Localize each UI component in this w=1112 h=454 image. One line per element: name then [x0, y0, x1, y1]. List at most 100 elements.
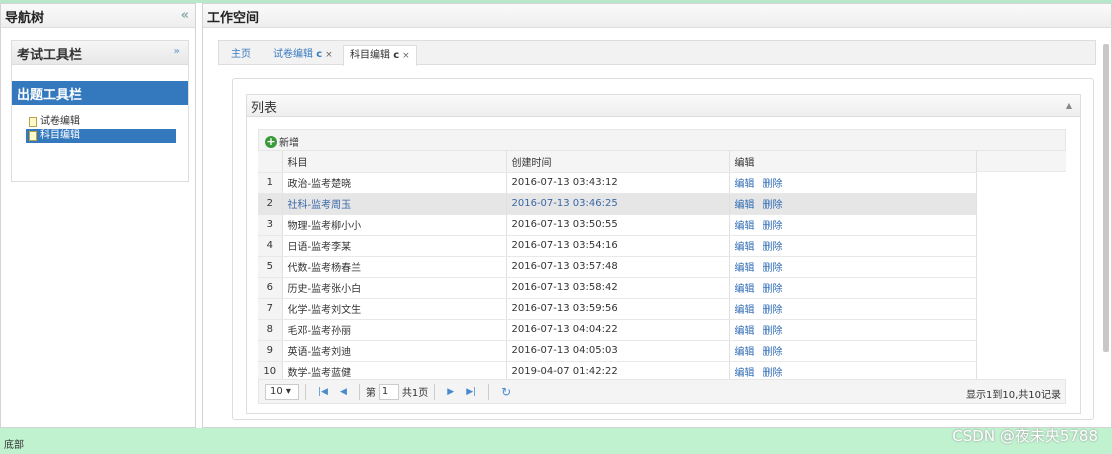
- add-button[interactable]: + 新增: [265, 134, 299, 149]
- tab-paper-edit[interactable]: 试卷编辑 c ×: [267, 45, 339, 66]
- edit-link[interactable]: 编辑: [735, 221, 755, 232]
- action-cell: 编辑 删除: [729, 277, 977, 299]
- action-cell: 编辑 删除: [729, 256, 977, 278]
- first-page-icon[interactable]: |◀: [318, 387, 328, 397]
- tab-label: 主页: [231, 49, 251, 60]
- time-cell: 2016-07-13 03:46:25: [506, 193, 730, 215]
- close-icon[interactable]: ×: [325, 50, 333, 60]
- table-row[interactable]: 1 政治-监考楚晓 2016-07-13 03:43:12 编辑 删除: [258, 172, 977, 194]
- pager-info: 显示1到10,共10记录: [966, 390, 1061, 401]
- grid-header-filler: [976, 151, 1066, 172]
- edit-link[interactable]: 编辑: [735, 326, 755, 337]
- tab-subject-edit[interactable]: 科目编辑 c ×: [343, 45, 417, 66]
- edit-link[interactable]: 编辑: [735, 305, 755, 316]
- tree: 试卷编辑 科目编辑: [12, 105, 188, 143]
- tab-label: 科目编辑: [350, 50, 390, 61]
- time-cell: 2016-07-13 03:58:42: [506, 277, 730, 299]
- page-size-select[interactable]: 10 ▾: [265, 383, 299, 400]
- table-row[interactable]: 3 物理-监考柳小小 2016-07-13 03:50:55 编辑 删除: [258, 214, 977, 236]
- next-page-icon[interactable]: ▶: [447, 387, 454, 397]
- table-row[interactable]: 4 日语-监考李某 2016-07-13 03:54:16 编辑 删除: [258, 235, 977, 257]
- tab-bar: 主页 试卷编辑 c × 科目编辑 c ×: [218, 40, 1096, 66]
- prev-page-icon[interactable]: ◀: [340, 387, 347, 397]
- edit-link[interactable]: 编辑: [735, 347, 755, 358]
- edit-link[interactable]: 编辑: [735, 284, 755, 295]
- subject-cell: 代数-监考杨春兰: [282, 256, 507, 278]
- edit-link[interactable]: 编辑: [735, 200, 755, 211]
- tab-home[interactable]: 主页: [225, 45, 257, 66]
- action-cell: 编辑 删除: [729, 193, 977, 215]
- action-cell: 编辑 删除: [729, 319, 977, 341]
- tree-label: 科目编辑: [40, 130, 80, 141]
- divider: [488, 383, 490, 400]
- table-row[interactable]: 8 毛邓-监考孙丽 2016-07-13 04:04:22 编辑 删除: [258, 319, 977, 341]
- subject-cell: 社科-监考周玉: [282, 193, 507, 215]
- page-total: 共1页: [401, 388, 429, 399]
- close-icon[interactable]: ×: [402, 51, 410, 61]
- tab-content: 列表 ▲ + 新增 科目 创建时间 编辑 1 政治-监考楚晓 2016-07-13 …: [232, 78, 1094, 420]
- delete-link[interactable]: 删除: [763, 221, 783, 232]
- delete-link[interactable]: 删除: [763, 200, 783, 211]
- column-header[interactable]: 编辑: [729, 151, 977, 173]
- file-icon: [29, 131, 37, 141]
- footer: 底部: [0, 428, 1112, 454]
- action-cell: 编辑 删除: [729, 298, 977, 320]
- accordion-question-toolbar[interactable]: 出题工具栏: [12, 81, 188, 105]
- table-row[interactable]: 9 英语-监考刘迪 2016-07-13 04:05:03 编辑 删除: [258, 340, 977, 362]
- section-title: 出题工具栏: [17, 88, 83, 103]
- tree-label: 试卷编辑: [40, 116, 80, 127]
- refresh-icon[interactable]: ↻: [501, 385, 511, 399]
- time-cell: 2016-07-13 03:43:12: [506, 172, 730, 194]
- edit-link[interactable]: 编辑: [735, 368, 755, 379]
- vertical-scrollbar[interactable]: [1103, 44, 1109, 352]
- delete-link[interactable]: 删除: [763, 305, 783, 316]
- table-row[interactable]: 2 社科-监考周玉 2016-07-13 03:46:25 编辑 删除: [258, 193, 977, 215]
- collapse-up-icon[interactable]: ▲: [1066, 101, 1072, 110]
- section-title: 考试工具栏: [17, 48, 83, 63]
- divider: [305, 383, 306, 400]
- delete-link[interactable]: 删除: [763, 326, 783, 337]
- delete-link[interactable]: 删除: [763, 179, 783, 190]
- time-cell: 2016-07-13 03:57:48: [506, 256, 730, 278]
- list-header: 列表 ▲: [247, 95, 1080, 117]
- row-number: 6: [258, 277, 283, 299]
- delete-link[interactable]: 删除: [763, 284, 783, 295]
- column-header[interactable]: 科目: [282, 151, 507, 173]
- delete-link[interactable]: 删除: [763, 263, 783, 274]
- add-icon: +: [265, 134, 277, 148]
- workspace-panel: 工作空间 主页 试卷编辑 c × 科目编辑 c × 列表 ▲ + 新增 科目 创建时间 …: [202, 3, 1112, 428]
- refresh-icon[interactable]: c: [393, 50, 399, 61]
- action-cell: 编辑 删除: [729, 235, 977, 257]
- data-grid: 科目 创建时间 编辑 1 政治-监考楚晓 2016-07-13 03:43:12…: [258, 151, 977, 383]
- refresh-icon[interactable]: c: [316, 49, 322, 60]
- page-input[interactable]: 1: [378, 383, 399, 400]
- action-cell: 编辑 删除: [729, 340, 977, 362]
- last-page-icon[interactable]: ▶|: [466, 387, 476, 397]
- table-row[interactable]: 7 化学-监考刘文生 2016-07-13 03:59:56 编辑 删除: [258, 298, 977, 320]
- edit-link[interactable]: 编辑: [735, 263, 755, 274]
- accordion: 考试工具栏 » 出题工具栏 试卷编辑 科目编辑: [11, 40, 189, 182]
- row-number: 5: [258, 256, 283, 278]
- collapse-icon[interactable]: «: [181, 8, 189, 23]
- delete-link[interactable]: 删除: [763, 368, 783, 379]
- pager: 10 ▾ |◀ ◀ 第 1 共1页 ▶ ▶| ↻ 显示1到10,共10记录: [258, 379, 1066, 404]
- footer-text: 底部: [4, 440, 24, 451]
- accordion-exam-toolbar[interactable]: 考试工具栏 »: [12, 41, 188, 65]
- row-number: 7: [258, 298, 283, 320]
- add-label: 新增: [279, 138, 299, 149]
- row-number: 2: [258, 193, 283, 215]
- delete-link[interactable]: 删除: [763, 347, 783, 358]
- watermark: CSDN @夜未央5788: [952, 427, 1098, 445]
- tree-item-subject-edit[interactable]: 科目编辑: [26, 129, 176, 143]
- edit-link[interactable]: 编辑: [735, 179, 755, 190]
- workspace-title: 工作空间: [207, 11, 260, 26]
- subject-cell: 物理-监考柳小小: [282, 214, 507, 236]
- expand-icon[interactable]: »: [174, 46, 180, 57]
- delete-link[interactable]: 删除: [763, 242, 783, 253]
- row-number: 3: [258, 214, 283, 236]
- column-header[interactable]: 创建时间: [506, 151, 730, 173]
- table-row[interactable]: 5 代数-监考杨春兰 2016-07-13 03:57:48 编辑 删除: [258, 256, 977, 278]
- table-row[interactable]: 6 历史-监考张小白 2016-07-13 03:58:42 编辑 删除: [258, 277, 977, 299]
- tree-item-paper-edit[interactable]: 试卷编辑: [26, 115, 176, 129]
- edit-link[interactable]: 编辑: [735, 242, 755, 253]
